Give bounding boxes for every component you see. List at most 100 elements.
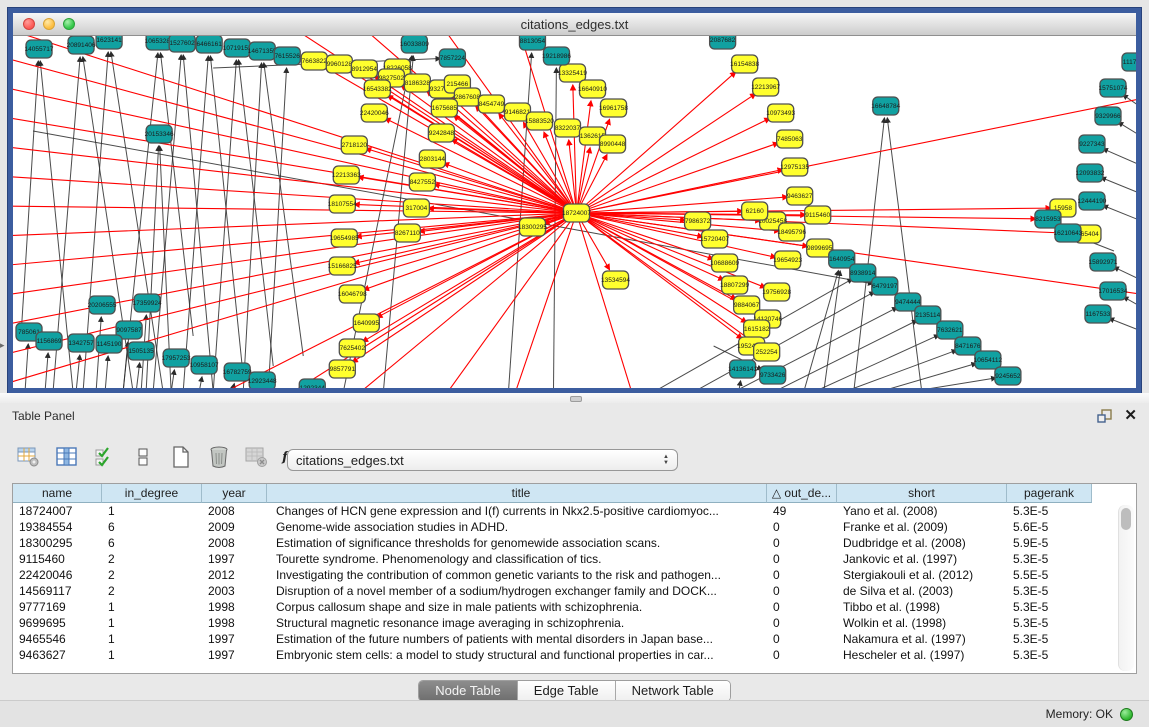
graph-node[interactable]: 9329966 [1095,107,1121,125]
graph-edge[interactable] [213,60,236,388]
table-row[interactable]: 1830029562008Estimation of significance … [13,535,1136,551]
graph-node[interactable]: 9227343 [1079,135,1105,153]
table-cell[interactable]: 5.6E-5 [1007,519,1092,535]
graph-node[interactable]: 15166825 [328,257,357,275]
graph-edge[interactable] [45,353,48,388]
table-row[interactable]: 969969511998Structural magnetic resonanc… [13,615,1136,631]
table-cell[interactable]: 1997 [202,647,267,663]
graph-node[interactable]: 12093832 [1075,164,1104,182]
table-cell[interactable]: 9465546 [13,631,102,647]
column-header-out-degree[interactable]: △ out_de... [767,484,837,503]
row-height-button[interactable] [130,445,156,469]
graph-edge[interactable] [844,350,957,388]
window-minimize-button[interactable] [43,18,55,30]
graph-node[interactable]: 15883520 [525,112,554,130]
table-cell[interactable]: 2008 [202,535,267,551]
column-header-pagerank[interactable]: pagerank [1007,484,1092,503]
table-cell[interactable]: 2 [102,551,202,567]
table-cell[interactable]: Wolkin et al. (1998) [837,615,1007,631]
graph-node[interactable]: 16033809 [400,36,429,53]
graph-node[interactable]: 7857224 [439,49,465,67]
table-row[interactable]: 1938455462009Genome-wide association stu… [13,519,1136,535]
window-close-button[interactable] [23,18,35,30]
table-cell[interactable]: 5.3E-5 [1007,583,1092,599]
table-cell[interactable]: 1 [102,647,202,663]
table-cell[interactable]: 1998 [202,615,267,631]
graph-node[interactable]: 9733426 [760,366,786,384]
memory-status-led[interactable] [1120,708,1133,721]
graph-node[interactable]: 12444190 [1077,192,1106,210]
graph-edge[interactable] [452,139,577,213]
column-header-name[interactable]: name [13,484,102,503]
close-panel-icon[interactable]: ✕ [1124,408,1137,423]
select-columns-button[interactable] [92,445,118,469]
graph-node[interactable]: 2867608 [454,88,480,106]
table-cell[interactable]: 18300295 [13,535,102,551]
graph-node[interactable]: 1675685 [431,99,457,117]
table-cell[interactable]: Disruption of a novel member of a sodium… [267,583,767,599]
graph-node[interactable]: 317004 [403,199,429,217]
graph-node[interactable]: 8454749 [478,95,504,113]
graph-node[interactable]: 16648784 [871,97,900,115]
graph-node[interactable]: 20891406 [67,36,96,54]
graph-hub-node[interactable]: 18724007 [562,204,591,222]
graph-node[interactable]: 13325419 [558,64,587,82]
table-cell[interactable]: 1 [102,503,202,519]
table-cell[interactable]: 18724007 [13,503,102,519]
graph-node[interactable]: 18300295 [518,218,547,236]
graph-edge[interactable] [171,370,174,388]
graph-edge[interactable] [353,213,576,388]
graph-edge[interactable] [1103,205,1136,226]
graph-node[interactable]: 22420046 [360,104,389,122]
table-row[interactable]: 946362711997Embryonic stem cells: a mode… [13,647,1136,663]
graph-node[interactable]: 17957253 [162,349,191,367]
table-cell[interactable]: 14569117 [13,583,102,599]
table-cell[interactable]: 0 [767,551,837,567]
table-cell[interactable]: 5.3E-5 [1007,551,1092,567]
graph-edge[interactable] [804,271,839,388]
table-cell[interactable]: 2 [102,583,202,599]
table-cell[interactable]: 5.3E-5 [1007,503,1092,519]
graph-node[interactable]: 18107554 [328,195,357,213]
graph-node[interactable]: 19218986 [542,47,571,65]
table-cell[interactable]: 19384554 [13,519,102,535]
graph-node[interactable]: 20153346 [145,125,174,143]
graph-edge[interactable] [824,271,840,388]
graph-node[interactable]: 7986372 [685,212,711,230]
table-cell[interactable]: 1997 [202,631,267,647]
graph-edge[interactable] [887,118,922,388]
graph-node[interactable]: 15751074 [1099,79,1128,97]
table-cell[interactable]: 5.3E-5 [1007,599,1092,615]
graph-node[interactable]: 2803144 [419,150,445,168]
table-cell[interactable]: 1 [102,599,202,615]
table-cell[interactable]: Nakamura et al. (1997) [837,631,1007,647]
graph-node[interactable]: 16210643 [1053,224,1082,242]
table-cell[interactable]: 5.5E-5 [1007,567,1092,583]
table-cell[interactable]: 49 [767,503,837,519]
graph-edge[interactable] [105,356,108,388]
graph-node[interactable]: 16154838 [730,55,759,73]
column-header-short[interactable]: short [837,484,1007,503]
create-column-button[interactable] [168,445,194,469]
table-cell[interactable]: Structural magnetic resonance image aver… [267,615,767,631]
table-cell[interactable]: 2 [102,567,202,583]
graph-node[interactable]: 9242848 [428,124,454,142]
graph-node[interactable]: 17359924 [133,294,162,312]
window-zoom-button[interactable] [63,18,75,30]
graph-edge[interactable] [1123,297,1136,314]
table-cell[interactable]: Estimation of significance thresholds fo… [267,535,767,551]
table-cell[interactable]: Franke et al. (2009) [837,519,1007,535]
table-cell[interactable]: Jankovic et al. (1997) [837,551,1007,567]
graph-node[interactable]: 1156869 [36,332,62,350]
table-cell[interactable]: 0 [767,631,837,647]
table-row[interactable]: 1456911722003Disruption of a novel membe… [13,583,1136,599]
table-cell[interactable]: Estimation of the future numbers of pati… [267,631,767,647]
table-cell[interactable]: 0 [767,583,837,599]
table-cell[interactable]: 9463627 [13,647,102,663]
column-header-title[interactable]: title [267,484,767,503]
graph-node[interactable]: 9960128 [326,55,352,73]
graph-edge[interactable] [76,355,80,388]
graph-node[interactable]: 1145190 [96,335,122,353]
graph-node[interactable]: 1117534 [1122,53,1136,71]
table-cell[interactable]: Embryonic stem cells: a model to study s… [267,647,767,663]
